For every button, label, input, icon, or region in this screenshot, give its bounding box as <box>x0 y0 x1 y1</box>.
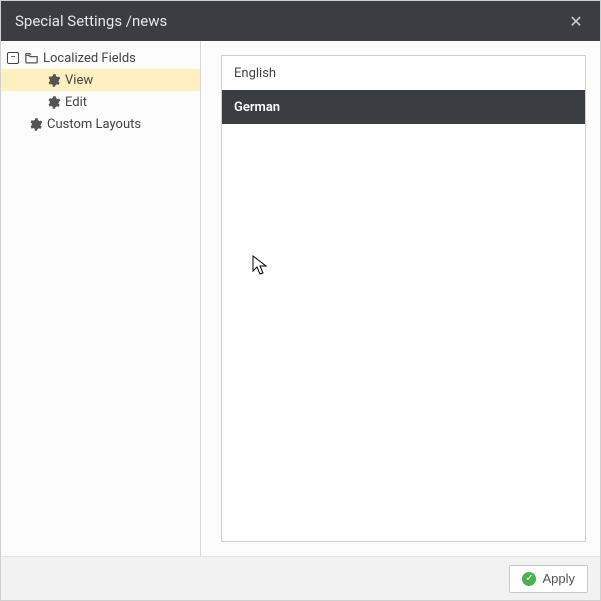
language-item[interactable]: English <box>222 56 585 90</box>
apply-button-label: Apply <box>542 571 575 586</box>
folder-open-icon <box>23 51 39 66</box>
title-bar: Special Settings /news ✕ <box>1 1 600 41</box>
apply-button[interactable]: ✓ Apply <box>509 565 588 593</box>
tree-sidebar: − Localized Fields View <box>1 41 201 556</box>
tree-node-custom-layouts[interactable]: Custom Layouts <box>1 113 200 135</box>
language-item[interactable]: German <box>222 90 585 124</box>
close-button[interactable]: ✕ <box>566 12 586 31</box>
tree-node-view[interactable]: View <box>1 69 200 91</box>
tree-label: Edit <box>65 95 87 110</box>
close-icon: ✕ <box>569 12 582 31</box>
tree-node-edit[interactable]: Edit <box>1 91 200 113</box>
settings-tree: − Localized Fields View <box>1 47 200 135</box>
dialog-footer: ✓ Apply <box>1 556 600 600</box>
dialog-body: − Localized Fields View <box>1 41 600 556</box>
gear-icon <box>45 73 61 88</box>
tree-label: Localized Fields <box>43 51 136 66</box>
tree-label: View <box>65 73 93 88</box>
language-listbox[interactable]: EnglishGerman <box>221 55 586 542</box>
collapse-icon[interactable]: − <box>7 52 19 64</box>
dialog-window: Special Settings /news ✕ − Localized Fie… <box>0 0 601 601</box>
check-circle-icon: ✓ <box>522 572 536 586</box>
gear-icon <box>27 117 43 132</box>
gear-icon <box>45 95 61 110</box>
tree-label: Custom Layouts <box>47 117 141 132</box>
dialog-title: Special Settings /news <box>15 12 566 30</box>
tree-node-localized-fields[interactable]: − Localized Fields <box>1 47 200 69</box>
main-panel: EnglishGerman <box>201 41 600 556</box>
